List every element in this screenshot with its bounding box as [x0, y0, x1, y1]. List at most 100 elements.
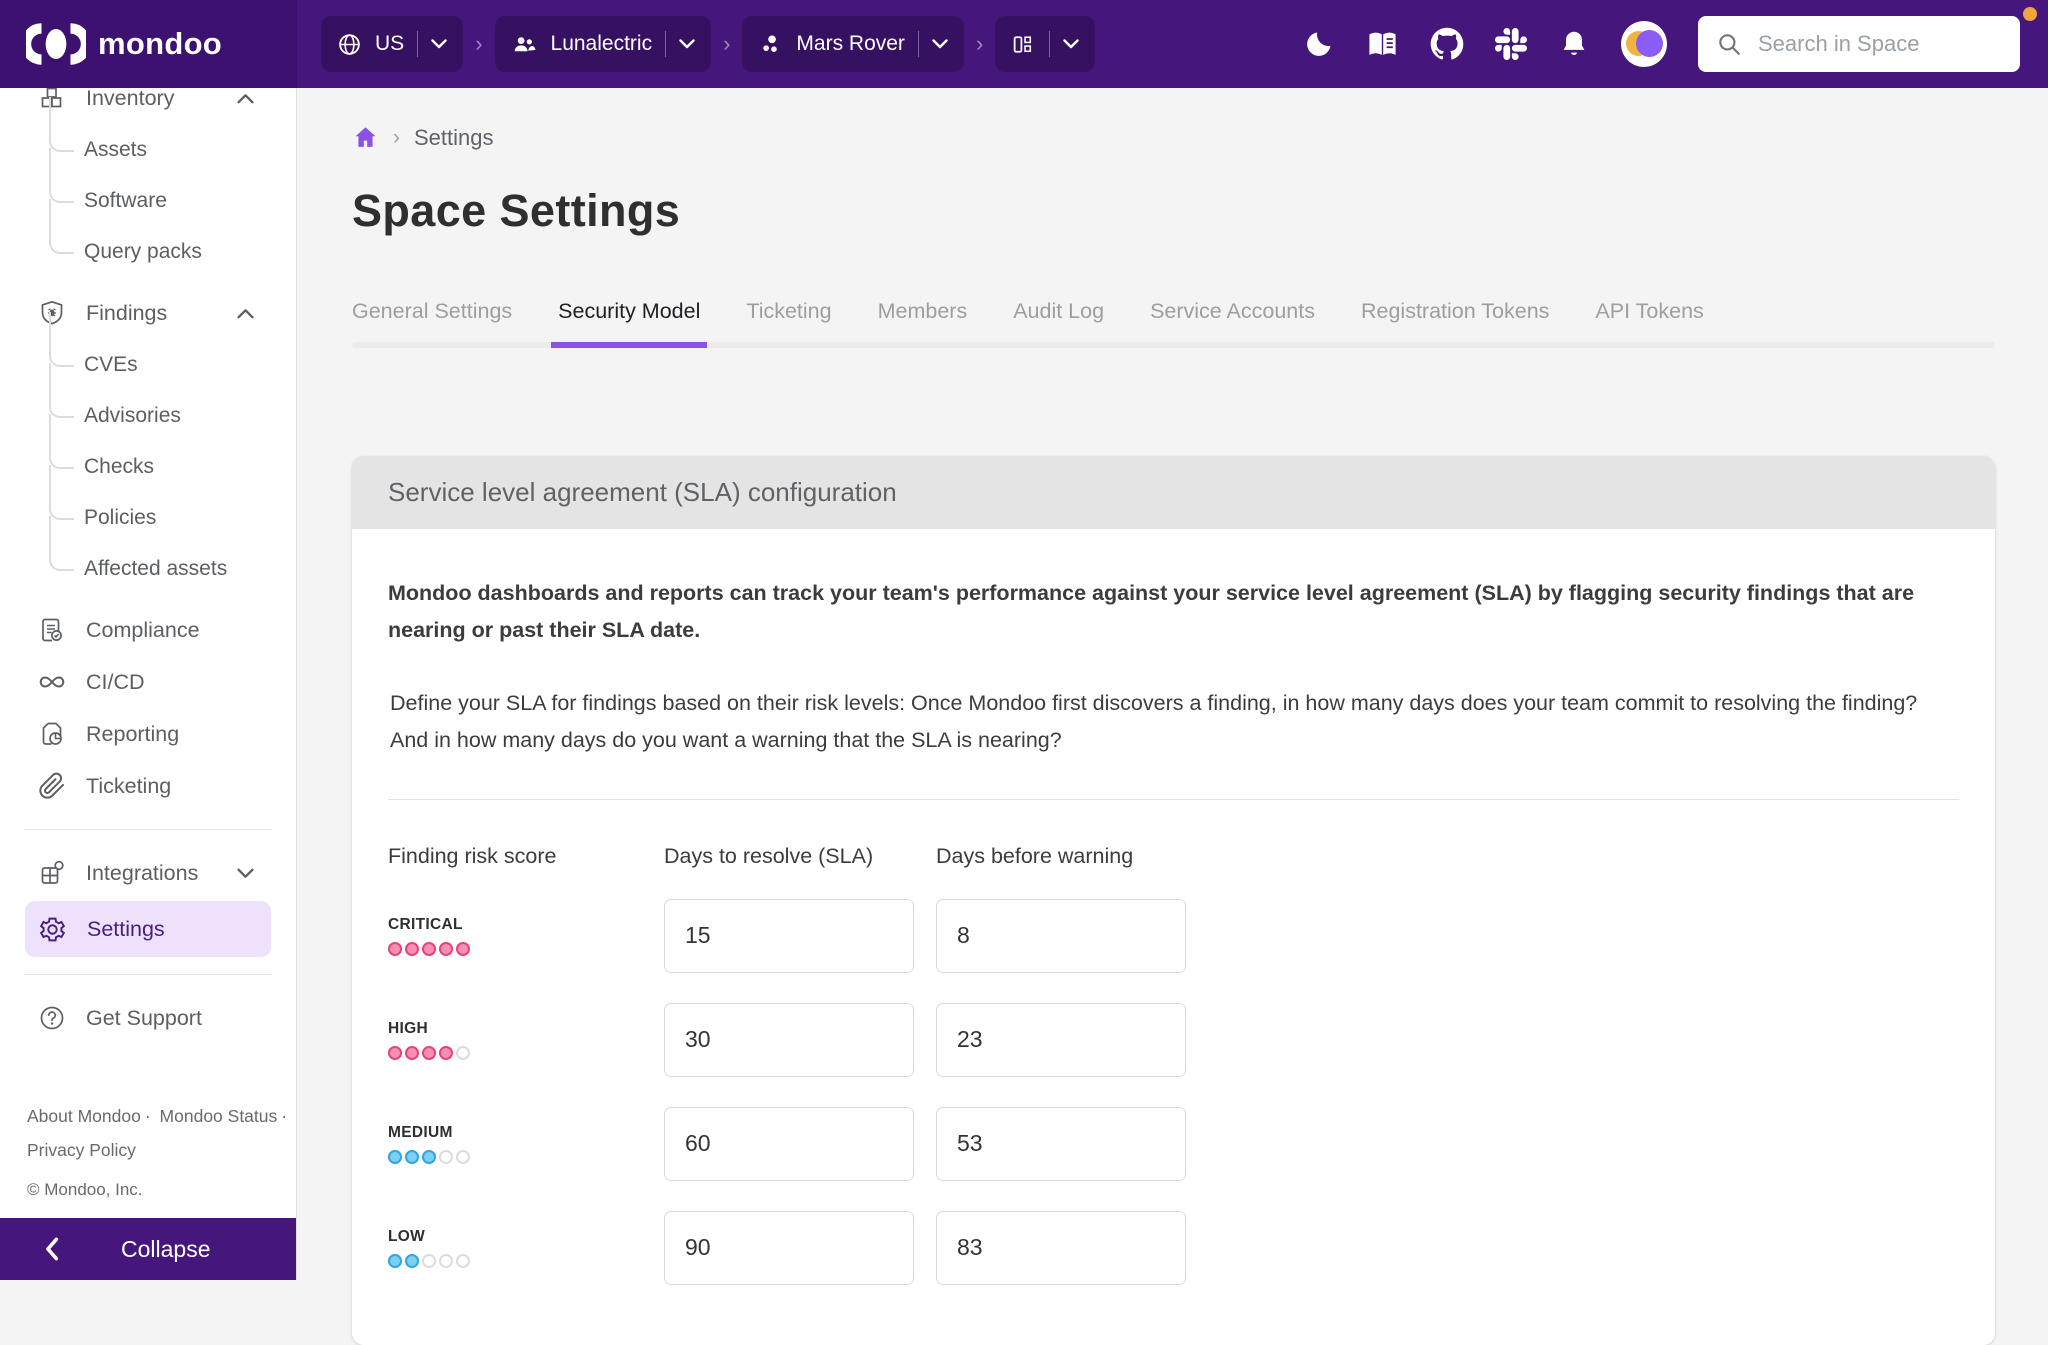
sidebar-item-label: Affected assets — [84, 557, 227, 581]
slack-icon[interactable] — [1495, 28, 1527, 60]
integrations-grid-icon — [38, 859, 66, 887]
medium-days-before-warning-input[interactable] — [936, 1107, 1186, 1181]
tab-api-tokens[interactable]: API Tokens — [1595, 299, 1703, 342]
about-mondoo-link[interactable]: About Mondoo — [27, 1106, 141, 1126]
docs-book-icon[interactable] — [1366, 28, 1399, 61]
sidebar-item-affected-assets[interactable]: Affected assets — [0, 543, 296, 594]
ticketing-paperclip-icon — [38, 772, 66, 800]
chevron-down-icon[interactable] — [932, 39, 948, 49]
region-selector[interactable]: US — [321, 16, 463, 72]
low-days-before-warning-input[interactable] — [936, 1211, 1186, 1285]
sidebar-item-label: Checks — [84, 455, 154, 479]
sidebar-item-cicd[interactable]: CI/CD — [0, 656, 296, 708]
risk-row-low-label: LOW — [388, 1228, 664, 1268]
chip-divider — [665, 31, 666, 57]
risk-row-critical-label: CRITICAL — [388, 916, 664, 956]
risk-level-name: CRITICAL — [388, 916, 664, 934]
risk-score-dots — [388, 942, 664, 956]
sidebar-item-ticketing[interactable]: Ticketing — [0, 760, 296, 812]
sidebar-item-settings[interactable]: Settings — [25, 901, 271, 957]
notifications-bell-icon[interactable] — [1558, 28, 1590, 60]
risk-row-high-label: HIGH — [388, 1020, 664, 1060]
chip-divider — [417, 31, 418, 57]
sidebar: Inventory Assets Software Query packs Fi… — [0, 88, 297, 1280]
mondoo-logo[interactable]: mondoo — [0, 0, 297, 88]
critical-days-before-warning-input[interactable] — [936, 899, 1186, 973]
high-days-to-resolve-input[interactable] — [664, 1003, 914, 1077]
sidebar-nav: Inventory Assets Software Query packs Fi… — [0, 88, 296, 1095]
chevron-down-icon[interactable] — [431, 39, 447, 49]
tab-audit-log[interactable]: Audit Log — [1013, 299, 1104, 342]
high-days-before-warning-input[interactable] — [936, 1003, 1186, 1077]
sidebar-item-integrations[interactable]: Integrations — [0, 847, 296, 899]
chevron-left-icon — [44, 1237, 59, 1261]
mondoo-status-link[interactable]: Mondoo Status — [160, 1106, 278, 1126]
medium-days-to-resolve-input[interactable] — [664, 1107, 914, 1181]
space-search[interactable] — [1698, 16, 2020, 72]
search-input[interactable] — [1756, 30, 2002, 58]
mondoo-logomark-icon — [26, 23, 86, 65]
sla-table: Finding risk score Days to resolve (SLA)… — [388, 844, 1959, 1285]
risk-level-name: LOW — [388, 1228, 664, 1246]
sidebar-item-query-packs[interactable]: Query packs — [0, 226, 296, 277]
dark-mode-moon-icon[interactable] — [1303, 28, 1335, 60]
chevron-down-icon[interactable] — [679, 39, 695, 49]
sidebar-item-assets[interactable]: Assets — [0, 124, 296, 175]
compliance-document-check-icon — [38, 616, 66, 644]
sidebar-item-policies[interactable]: Policies — [0, 492, 296, 543]
sidebar-item-get-support[interactable]: Get Support — [0, 992, 296, 1044]
risk-score-dots — [388, 1046, 664, 1060]
low-days-to-resolve-input[interactable] — [664, 1211, 914, 1285]
github-icon[interactable] — [1430, 27, 1464, 61]
tab-general-settings[interactable]: General Settings — [352, 299, 512, 342]
sla-configuration-card: Service level agreement (SLA) configurat… — [352, 456, 1995, 1345]
reporting-document-pie-icon — [38, 720, 66, 748]
brand-name: mondoo — [98, 26, 222, 62]
tab-members[interactable]: Members — [878, 299, 968, 342]
sidebar-item-label: Inventory — [86, 88, 174, 111]
chevron-right-icon: › — [976, 31, 983, 57]
sidebar-item-advisories[interactable]: Advisories — [0, 390, 296, 441]
tab-security-model[interactable]: Security Model — [558, 299, 700, 342]
sidebar-item-cves[interactable]: CVEs — [0, 339, 296, 390]
sidebar-item-inventory[interactable]: Inventory — [0, 88, 296, 124]
risk-score-dots — [388, 1150, 664, 1164]
tab-registration-tokens[interactable]: Registration Tokens — [1361, 299, 1549, 342]
sidebar-item-label: Advisories — [84, 404, 181, 428]
sidebar-footer: About Mondoo· Mondoo Status· Privacy Pol… — [0, 1095, 296, 1218]
sidebar-divider — [24, 829, 272, 830]
space-dots-icon — [758, 32, 783, 57]
settings-gear-icon — [38, 915, 67, 944]
sidebar-item-compliance[interactable]: Compliance — [0, 604, 296, 656]
chevron-down-icon[interactable] — [237, 868, 254, 879]
sidebar-item-findings[interactable]: Findings — [0, 287, 296, 339]
chevron-up-icon[interactable] — [237, 93, 254, 104]
space-selector[interactable]: Mars Rover — [742, 16, 964, 72]
collapse-label: Collapse — [121, 1236, 211, 1263]
sidebar-item-checks[interactable]: Checks — [0, 441, 296, 492]
sidebar-item-label: Integrations — [86, 861, 198, 886]
sidebar-item-software[interactable]: Software — [0, 175, 296, 226]
privacy-policy-link[interactable]: Privacy Policy — [27, 1140, 136, 1160]
sidebar-item-label: Reporting — [86, 722, 179, 747]
collapse-sidebar-button[interactable]: Collapse — [0, 1218, 296, 1280]
tab-ticketing[interactable]: Ticketing — [746, 299, 831, 342]
tab-service-accounts[interactable]: Service Accounts — [1150, 299, 1315, 342]
risk-level-name: MEDIUM — [388, 1124, 664, 1142]
organization-selector[interactable]: Lunalectric — [495, 16, 712, 72]
cicd-infinity-icon — [38, 668, 66, 696]
sla-intro-bold: Mondoo dashboards and reports can track … — [388, 575, 1943, 649]
home-icon[interactable] — [352, 124, 379, 151]
organization-label: Lunalectric — [551, 32, 653, 56]
dot-separator: · — [145, 1106, 151, 1126]
sidebar-divider — [24, 974, 272, 975]
dashboard-selector[interactable] — [995, 16, 1095, 72]
card-body: Mondoo dashboards and reports can track … — [352, 529, 1995, 1345]
chevron-down-icon[interactable] — [1063, 39, 1079, 49]
critical-days-to-resolve-input[interactable] — [664, 899, 914, 973]
chevron-up-icon[interactable] — [237, 308, 254, 319]
region-label: US — [375, 32, 404, 56]
user-avatar[interactable] — [1621, 21, 1667, 67]
breadcrumb-current[interactable]: Settings — [414, 125, 494, 151]
sidebar-item-reporting[interactable]: Reporting — [0, 708, 296, 760]
